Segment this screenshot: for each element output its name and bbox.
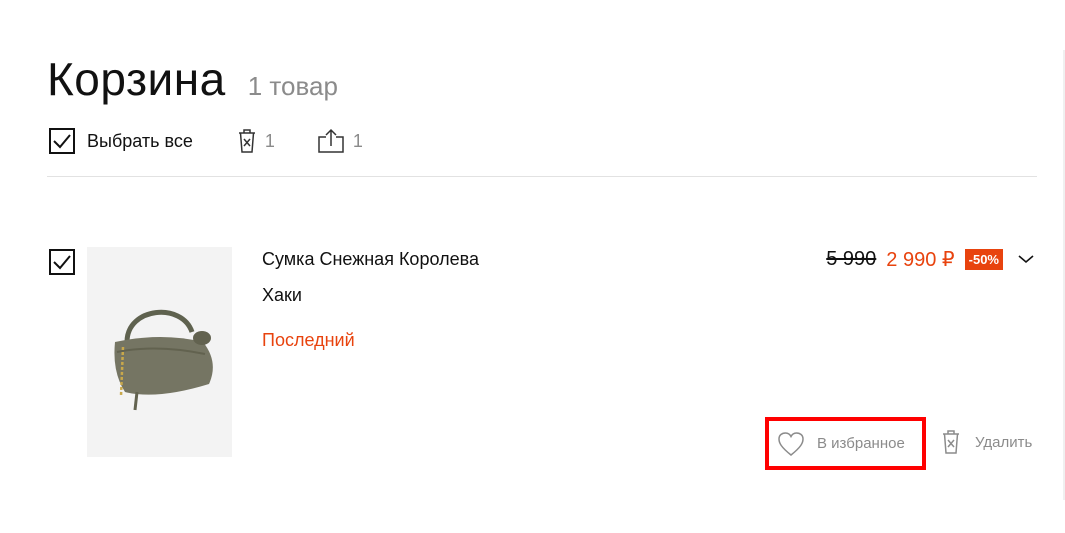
- check-icon: [53, 134, 71, 149]
- discount-badge: -50%: [964, 248, 1003, 270]
- bulk-delete-count: 1: [264, 130, 275, 151]
- old-price: 5 990: [826, 247, 877, 270]
- select-all-label[interactable]: Выбрать все: [87, 131, 193, 152]
- stock-status: Последний: [262, 330, 355, 350]
- cart-toolbar: Выбрать все 1 1: [49, 127, 363, 155]
- item-count: 1 товар: [247, 71, 338, 101]
- add-to-favorites-button[interactable]: В избранное: [765, 417, 926, 470]
- add-to-favorites-label: В избранное: [817, 435, 905, 452]
- page-header: Корзина 1 товар: [47, 52, 338, 106]
- page-title: Корзина: [47, 53, 226, 105]
- product-name[interactable]: Сумка Снежная Королева: [262, 249, 479, 271]
- item-checkbox[interactable]: [49, 249, 75, 275]
- product-image[interactable]: [87, 247, 232, 457]
- product-color: Хаки: [262, 285, 302, 305]
- new-price: 2 990 ₽: [886, 248, 955, 271]
- trash-icon: [943, 430, 959, 454]
- share-count: 1: [352, 130, 363, 151]
- chevron-down-icon[interactable]: [1017, 254, 1035, 264]
- heart-icon: [778, 431, 804, 456]
- price-block: 5 990 2 990 ₽ -50%: [826, 247, 1035, 271]
- check-icon: [53, 255, 71, 270]
- share-button[interactable]: 1: [317, 128, 363, 154]
- divider: [47, 176, 1037, 177]
- bulk-delete-button[interactable]: 1: [237, 128, 275, 154]
- delete-item-button[interactable]: Удалить: [941, 427, 1032, 457]
- product-info: Сумка Снежная Королева Хаки Последний: [262, 249, 479, 352]
- share-icon: [318, 128, 344, 153]
- delete-item-label: Удалить: [975, 433, 1033, 451]
- select-all-checkbox[interactable]: [49, 128, 75, 154]
- bag-image: [114, 309, 213, 411]
- trash-icon: [238, 129, 255, 153]
